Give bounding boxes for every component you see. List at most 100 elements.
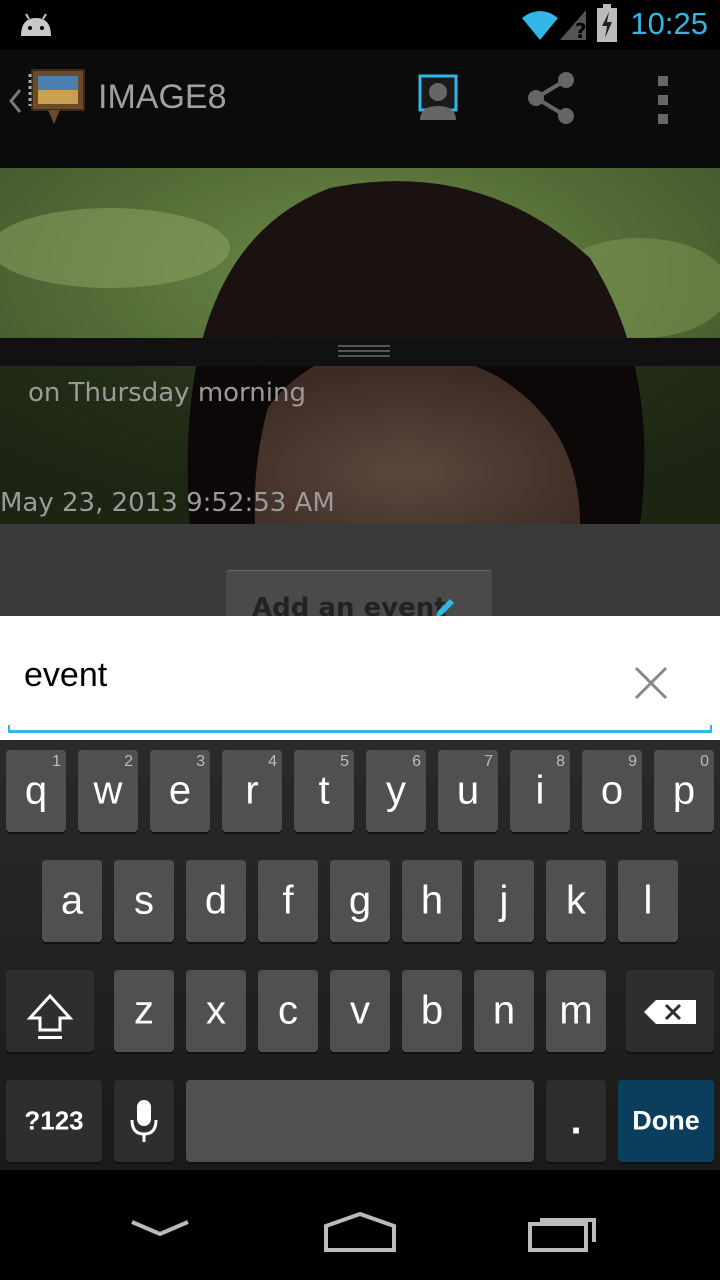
key-label: z <box>134 988 154 1033</box>
key-label: r <box>245 768 259 813</box>
key-i[interactable]: i8 <box>510 750 570 832</box>
key-l[interactable]: l <box>618 860 678 942</box>
key-label: i <box>535 768 545 813</box>
keyboard: q1 w2 e3 r4 t5 y6 u7 i8 o9 p0 a s d f g … <box>0 740 720 1170</box>
drag-handle[interactable] <box>0 338 720 366</box>
key-number: 1 <box>52 753 61 770</box>
key-m[interactable]: m <box>546 970 606 1052</box>
key-t[interactable]: t5 <box>294 750 354 832</box>
key-p[interactable]: p0 <box>654 750 714 832</box>
recent-apps-button[interactable] <box>522 1200 606 1260</box>
key-j[interactable]: j <box>474 860 534 942</box>
key-label: s <box>134 878 154 923</box>
key-s[interactable]: s <box>114 860 174 942</box>
back-button[interactable] <box>120 1200 200 1250</box>
overflow-menu-icon <box>658 76 668 124</box>
key-label: m <box>559 988 593 1033</box>
symbols-key[interactable]: ?123 <box>6 1080 102 1162</box>
share-button[interactable] <box>522 70 582 130</box>
add-event-button[interactable]: Add an event <box>226 570 492 617</box>
key-k[interactable]: k <box>546 860 606 942</box>
key-c[interactable]: c <box>258 970 318 1052</box>
back-icon <box>131 1220 189 1237</box>
key-label: y <box>386 768 406 813</box>
drag-handle-icon <box>338 345 390 357</box>
key-w[interactable]: w2 <box>78 750 138 832</box>
space-key[interactable] <box>186 1080 534 1162</box>
key-d[interactable]: d <box>186 860 246 942</box>
key-label: n <box>492 988 516 1033</box>
key-x[interactable]: x <box>186 970 246 1052</box>
key-y[interactable]: y6 <box>366 750 426 832</box>
microphone-key[interactable] <box>114 1080 174 1162</box>
key-label: e <box>168 768 192 813</box>
shift-key[interactable] <box>6 970 94 1052</box>
key-label: l <box>643 878 653 923</box>
clock: 10:25 <box>630 6 708 41</box>
photo-timestamp: May 23, 2013 9:52:53 AM <box>0 488 335 518</box>
key-b[interactable]: b <box>402 970 462 1052</box>
key-e[interactable]: e3 <box>150 750 210 832</box>
key-label: . <box>570 1098 582 1143</box>
status-bar: ? 10:25 <box>0 0 720 50</box>
photo-caption: on Thursday morning <box>28 378 306 408</box>
key-label: j <box>499 878 509 923</box>
key-label: c <box>278 988 298 1033</box>
key-label: a <box>60 878 84 923</box>
key-label: Done <box>632 1105 700 1136</box>
search-input[interactable]: event <box>24 656 107 695</box>
key-f[interactable]: f <box>258 860 318 942</box>
key-label: x <box>206 988 226 1033</box>
key-label: q <box>24 768 48 813</box>
key-u[interactable]: u7 <box>438 750 498 832</box>
key-number: 0 <box>700 753 709 770</box>
key-n[interactable]: n <box>474 970 534 1052</box>
key-label: p <box>672 768 696 813</box>
key-number: 9 <box>628 753 637 770</box>
key-label: g <box>348 878 372 923</box>
key-label: v <box>350 988 370 1033</box>
search-box: event <box>0 616 720 740</box>
key-a[interactable]: a <box>42 860 102 942</box>
done-key[interactable]: Done <box>618 1080 714 1162</box>
key-o[interactable]: o9 <box>582 750 642 832</box>
key-h[interactable]: h <box>402 860 462 942</box>
key-g[interactable]: g <box>330 860 390 942</box>
back-chevron-icon <box>9 89 22 113</box>
key-number: 4 <box>268 753 277 770</box>
key-label: h <box>420 878 444 923</box>
key-label: t <box>318 768 330 813</box>
key-q[interactable]: q1 <box>6 750 66 832</box>
home-button[interactable] <box>318 1200 402 1260</box>
key-label: b <box>420 988 444 1033</box>
clear-button[interactable] <box>628 660 674 706</box>
key-label: o <box>600 768 624 813</box>
key-label: u <box>456 768 480 813</box>
key-number: 2 <box>124 753 133 770</box>
key-number: 7 <box>484 753 493 770</box>
home-icon <box>324 1211 396 1252</box>
battery-charging-icon <box>597 4 617 42</box>
overflow-menu-button[interactable] <box>644 70 684 130</box>
app-title: IMAGE8 <box>98 78 227 116</box>
app-logo-icon <box>28 69 85 124</box>
key-label: k <box>566 878 586 923</box>
key-v[interactable]: v <box>330 970 390 1052</box>
key-number: 3 <box>196 753 205 770</box>
key-z[interactable]: z <box>114 970 174 1052</box>
key-label: ?123 <box>24 1105 84 1136</box>
contact-button[interactable] <box>410 70 470 130</box>
shift-icon <box>26 993 74 1039</box>
up-button[interactable] <box>4 68 90 132</box>
backspace-key[interactable] <box>626 970 714 1052</box>
key-label: d <box>204 878 228 923</box>
key-number: 5 <box>340 753 349 770</box>
key-number: 8 <box>556 753 565 770</box>
action-bar: IMAGE8 <box>0 50 720 168</box>
key-r[interactable]: r4 <box>222 750 282 832</box>
photo[interactable]: on Thursday morning May 23, 2013 9:52:53… <box>0 168 720 524</box>
pencil-icon <box>436 599 454 617</box>
microphone-icon <box>130 1100 158 1142</box>
period-key[interactable]: . <box>546 1080 606 1162</box>
key-label: f <box>282 878 294 923</box>
